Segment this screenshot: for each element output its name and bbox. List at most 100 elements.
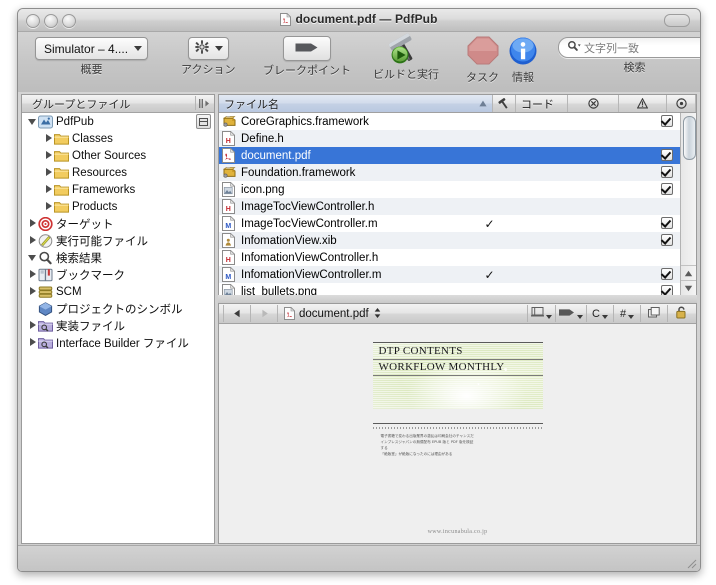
disclosure-triangle-icon[interactable] [28,117,37,126]
bookshelf-button[interactable] [527,305,555,322]
folder-icon [54,200,69,214]
disclosure-triangle-icon[interactable] [28,287,37,296]
header-file-icon: H [222,130,237,146]
target-checkbox[interactable] [660,233,673,246]
toolbar-item-search: 文字列一致 検索 [558,37,700,75]
column-header-コード[interactable]: コード [516,95,568,112]
table-row[interactable]: Foundation.framework [219,164,681,181]
table-row[interactable]: CoreGraphics.framework [219,113,681,130]
disclosure-triangle-icon[interactable] [44,151,53,160]
overview-popup-button[interactable]: Simulator – 4.... [35,37,149,60]
disclosure-triangle-icon[interactable] [28,270,37,279]
function-popup-button[interactable]: # [613,305,640,322]
executable-icon [38,233,53,248]
target-checkbox-cell [652,182,681,197]
chevron-down-icon [577,315,583,319]
scrollbar-thumb[interactable] [683,116,696,160]
column-header-target-small[interactable] [667,95,696,112]
scroll-up-button[interactable] [681,265,696,281]
file-list-header[interactable]: ファイル名 コード [219,95,696,113]
chevron-down-icon [546,315,552,319]
page-header-band: DTP CONTENTS WORKFLOW MONTHLY [372,343,543,409]
column-header-ファイル名[interactable]: ファイル名 [219,95,493,112]
sidebar-item-[interactable]: 実装ファイル [22,317,214,334]
pdf-page-view[interactable]: DTP CONTENTS WORKFLOW MONTHLY 電子書籍で変わる出版… [219,324,696,543]
back-button[interactable] [223,305,251,322]
table-row[interactable]: H InfomationViewController.h [219,249,681,266]
window-resize-grip[interactable] [684,556,697,569]
target-checkbox[interactable] [660,216,673,229]
header-file-icon: H [222,249,237,265]
sidebar-item-label: Classes [72,132,113,145]
toolbar-item-build-and-run[interactable]: ビルドと実行 [373,33,439,82]
project-detail-toggle-button[interactable] [196,114,211,129]
file-list-body[interactable]: CoreGraphics.framework H Define.h document.… [219,113,681,296]
sidebar-item-interface-builder[interactable]: Interface Builder ファイル [22,334,214,351]
sidebar-item-pdfpub[interactable]: PdfPub [22,113,214,130]
target-checkbox-cell [652,148,681,163]
sidebar-item-other-sources[interactable]: Other Sources [22,147,214,164]
table-row[interactable]: document.pdf [219,147,681,164]
sidebar-item-[interactable]: 検索結果 [22,249,214,266]
lock-button[interactable] [667,305,694,322]
class-popup-button[interactable]: C [586,305,613,322]
search-magnifier-icon[interactable] [567,39,581,57]
table-row[interactable]: H ImageTocViewController.h [219,198,681,215]
toolbar-toggle-button[interactable] [664,14,690,27]
svg-text:M: M [225,223,231,230]
detail-area: ファイル名 コード CoreGraphics.framework H Define.h… [218,94,697,544]
sidebar-item-products[interactable]: Products [22,198,214,215]
sidebar-item-label: 検索結果 [56,252,102,265]
split-editor-button[interactable] [640,305,667,322]
info-circle-icon [508,33,538,68]
disclosure-triangle-icon[interactable] [28,236,37,245]
disclosure-triangle-icon[interactable] [28,219,37,228]
disclosure-triangle-icon[interactable] [44,202,53,211]
sidebar-item-classes[interactable]: Classes [22,130,214,147]
page-header-image [373,376,543,409]
sidebar-item-[interactable]: プロジェクトのシンボル [22,300,214,317]
target-checkbox[interactable] [660,114,673,127]
scroll-down-button[interactable] [681,280,696,296]
detail-splitter[interactable] [218,295,697,310]
breakpoint-toggle-button[interactable] [283,36,331,61]
target-checkbox[interactable] [660,165,673,178]
disclosure-triangle-icon[interactable] [28,253,37,262]
disclosure-triangle-icon[interactable] [28,338,37,347]
search-input[interactable]: 文字列一致 [558,37,700,58]
sidebar-item-resources[interactable]: Resources [22,164,214,181]
disclosure-triangle-icon[interactable] [28,321,37,330]
disclosure-triangle-icon[interactable] [44,134,53,143]
sidebar-item-[interactable]: ブックマーク [22,266,214,283]
table-row[interactable]: M InfomationViewController.m ✓ [219,266,681,283]
column-header-warning-triangle[interactable] [619,95,667,112]
sidebar-tree[interactable]: PdfPub Classes Other Sources Resources Frame… [22,113,214,543]
search-placeholder: 文字列一致 [584,42,639,55]
sidebar-item-scm[interactable]: SCM [22,283,214,300]
table-row[interactable]: icon.png [219,181,681,198]
column-header-error-circle[interactable] [568,95,619,112]
toolbar-item-info[interactable]: 情報 [508,33,538,85]
target-checkbox[interactable] [660,148,673,161]
file-name-cell: ImageTocViewController.h [241,200,375,213]
sidebar-resize-grip[interactable] [195,96,212,110]
target-checkbox[interactable] [660,267,673,280]
file-list-scrollbar[interactable] [680,113,696,296]
symbols-cube-icon [38,301,53,316]
target-checkbox[interactable] [660,182,673,195]
disclosure-triangle-icon[interactable] [44,185,53,194]
sidebar-header-label: グループとファイル [32,98,131,111]
table-row[interactable]: M ImageTocViewController.m ✓ [219,215,681,232]
table-row[interactable]: InfomationView.xib [219,232,681,249]
document-popup-button[interactable]: document.pdf [278,307,381,321]
forward-button[interactable] [251,305,278,322]
bookmark-button[interactable] [555,305,586,322]
sidebar-item-frameworks[interactable]: Frameworks [22,181,214,198]
sidebar-item-[interactable]: 実行可能ファイル [22,232,214,249]
sidebar-item-[interactable]: ターゲット [22,215,214,232]
column-header-hammer[interactable] [493,95,516,112]
sidebar-item-label: ブックマーク [56,269,125,282]
action-button[interactable] [187,37,229,60]
disclosure-triangle-icon[interactable] [44,168,53,177]
table-row[interactable]: H Define.h [219,130,681,147]
